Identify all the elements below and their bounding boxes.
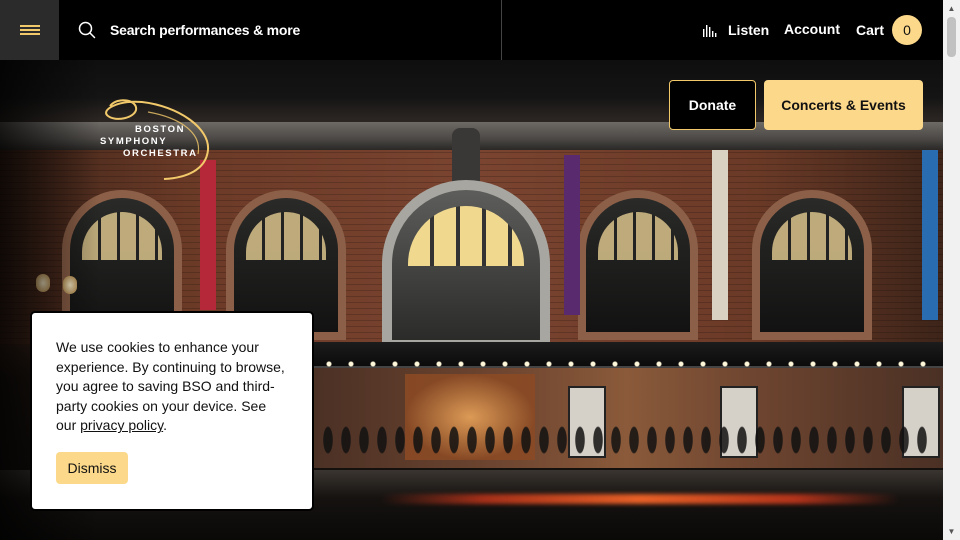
page-scrollbar[interactable]: ▲ ▼	[943, 0, 960, 540]
audio-bars-icon	[703, 25, 717, 37]
concerts-events-button[interactable]: Concerts & Events	[764, 80, 923, 130]
cookie-message: We use cookies to enhance your experienc…	[56, 338, 288, 436]
logo-line-3: ORCHESTRA	[123, 148, 198, 159]
scroll-down-arrow-icon[interactable]: ▼	[943, 523, 960, 540]
cart-button[interactable]: Cart 0	[856, 15, 923, 45]
donate-button[interactable]: Donate	[669, 80, 756, 130]
listen-label: Listen	[728, 22, 770, 38]
crowd	[318, 400, 928, 480]
account-link[interactable]: Account	[784, 21, 840, 37]
top-nav-bar: Search performances & more Listen Accoun…	[0, 0, 943, 60]
cart-label: Cart	[856, 22, 885, 38]
logo-wordmark: BOSTON SYMPHONY ORCHESTRA	[98, 124, 198, 160]
nav-divider	[501, 0, 502, 60]
logo-line-2: SYMPHONY	[100, 136, 168, 147]
hanging-banner	[712, 150, 728, 320]
listen-link[interactable]: Listen	[702, 0, 769, 60]
building-arch	[752, 190, 872, 340]
privacy-policy-link[interactable]: privacy policy	[80, 417, 163, 433]
scrollbar-thumb[interactable]	[947, 17, 956, 57]
building-arch	[578, 190, 698, 340]
search-icon	[78, 21, 96, 39]
hanging-banner	[200, 160, 216, 310]
building-keystone	[452, 128, 480, 188]
dismiss-button[interactable]: Dismiss	[56, 452, 128, 484]
search-input[interactable]: Search performances & more	[110, 22, 300, 38]
canopy-lights	[318, 360, 938, 368]
search-bar[interactable]: Search performances & more	[78, 0, 300, 60]
hanging-banner	[922, 150, 938, 320]
scroll-up-arrow-icon[interactable]: ▲	[943, 0, 960, 17]
cookie-banner: We use cookies to enhance your experienc…	[31, 312, 313, 510]
cookie-message-end: .	[163, 417, 168, 434]
hamburger-icon	[19, 23, 40, 37]
building-main-arch	[382, 180, 550, 350]
light-streak	[380, 494, 900, 504]
logo-line-1: BOSTON	[135, 124, 186, 135]
bso-logo[interactable]: BOSTON SYMPHONY ORCHESTRA	[98, 98, 210, 180]
cart-count-badge: 0	[892, 15, 923, 45]
menu-button[interactable]	[0, 0, 59, 60]
hanging-banner	[564, 155, 580, 315]
